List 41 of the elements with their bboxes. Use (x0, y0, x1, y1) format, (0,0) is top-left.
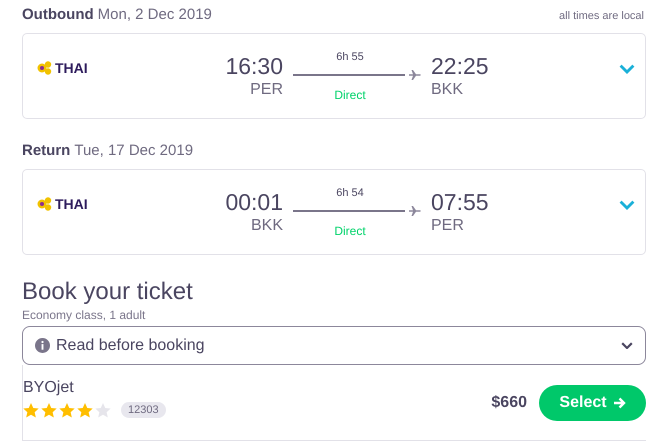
notice-dropdown[interactable]: Read before booking (22, 326, 646, 365)
star-icon (23, 402, 39, 418)
departure-airport: PER (250, 81, 283, 99)
leg-date: Tue, 17 Dec 2019 (74, 142, 194, 159)
arrival-airport: PER (431, 217, 464, 235)
arrival-time: 07:55 (431, 189, 489, 216)
section-title: Book your ticket (22, 278, 194, 306)
chevron-down-icon (619, 200, 635, 210)
price: $660 (491, 394, 527, 412)
departure-airport: BKK (250, 217, 283, 235)
chevron-down-icon (619, 64, 635, 74)
arrow-right-icon (612, 396, 626, 408)
stops-label: Direct (334, 88, 366, 102)
leg-label: Outbound (22, 6, 94, 23)
airline-name: THAI (55, 196, 88, 212)
plane-icon (409, 206, 421, 216)
departure-time: 00:01 (225, 189, 283, 216)
provider-name: BYOjet (23, 379, 75, 397)
expand-button[interactable] (619, 200, 635, 210)
star-icon (59, 402, 75, 418)
plane-icon (409, 70, 421, 80)
star-icon (95, 402, 111, 418)
arrival-time: 22:25 (431, 53, 489, 80)
timezone-note: all times are local (559, 10, 644, 22)
airline-logo-icon (37, 197, 53, 211)
star-icon (41, 402, 57, 418)
airline-logo-icon (37, 61, 53, 75)
airline-name: THAI (55, 60, 88, 76)
expand-button[interactable] (619, 64, 635, 74)
arrival-airport: BKK (431, 81, 464, 99)
flight-duration: 6h 55 (336, 50, 364, 62)
departure-time: 16:30 (225, 53, 283, 80)
leg-date: Mon, 2 Dec 2019 (98, 6, 212, 23)
star-icon (77, 402, 93, 418)
section-subtitle: Economy class, 1 adult (22, 308, 146, 322)
chevron-down-icon (621, 342, 633, 350)
leg-label: Return (22, 142, 70, 159)
flight-duration: 6h 54 (336, 186, 364, 198)
review-count: 12303 (121, 402, 166, 418)
info-icon (35, 338, 50, 353)
stops-label: Direct (334, 224, 366, 238)
